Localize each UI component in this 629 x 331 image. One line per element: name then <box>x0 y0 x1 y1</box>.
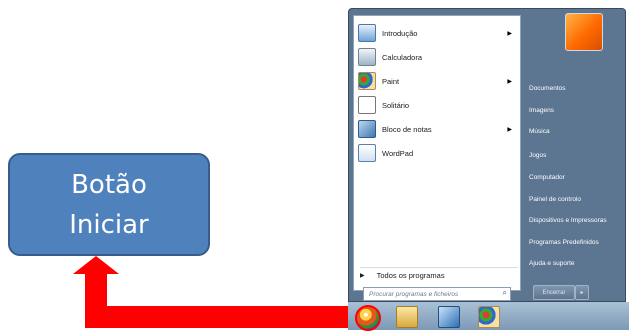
link-imagens[interactable]: Imagens <box>529 107 554 114</box>
places-pane: Documentos Imagens Música Jogos Computad… <box>525 9 625 303</box>
submenu-arrow-icon: ▶ <box>507 126 512 133</box>
paint-icon[interactable] <box>478 306 500 328</box>
notepad-icon <box>358 120 376 138</box>
calculator-icon <box>358 48 376 66</box>
program-label: Introdução <box>382 28 418 38</box>
wordpad-icon <box>358 144 376 162</box>
start-orb-icon[interactable] <box>355 305 381 331</box>
link-ajuda-e-suporte[interactable]: Ajuda e suporte <box>529 260 575 267</box>
program-item-wordpad[interactable]: WordPad <box>358 142 516 164</box>
callout-line-1: Botão <box>71 169 147 200</box>
explorer-icon[interactable] <box>396 306 418 328</box>
shutdown-button[interactable]: Encerrar <box>533 285 575 300</box>
submenu-arrow-icon: ▶ <box>507 78 512 85</box>
all-programs-item[interactable]: ▶ Todos os programas <box>360 267 518 282</box>
solitaire-icon <box>358 96 376 114</box>
program-item-solitario[interactable]: Solitário <box>358 94 516 116</box>
submenu-arrow-icon: ▶ <box>507 30 512 37</box>
start-menu: Introdução ▶ Calculadora Paint ▶ Solitár… <box>348 8 626 302</box>
arrow-shaft-horizontal <box>85 306 355 328</box>
program-label: Paint <box>382 76 400 86</box>
program-item-introducao[interactable]: Introdução ▶ <box>358 22 516 44</box>
paint-icon <box>358 72 376 90</box>
media-player-icon[interactable] <box>438 306 460 328</box>
program-item-calculadora[interactable]: Calculadora <box>358 46 516 68</box>
program-label: WordPad <box>382 148 414 158</box>
link-painel-de-controlo[interactable]: Painel de controlo <box>529 196 581 203</box>
program-item-bloco-de-notas[interactable]: Bloco de notas ▶ <box>358 118 516 140</box>
link-musica[interactable]: Música <box>529 128 550 135</box>
program-item-paint[interactable]: Paint ▶ <box>358 70 516 92</box>
search-icon[interactable]: ⌕ <box>503 288 507 298</box>
program-label: Bloco de notas <box>382 124 432 134</box>
search-input[interactable]: Procurar programas e ficheiros ⌕ <box>363 287 511 301</box>
all-programs-label: Todos os programas <box>376 270 445 280</box>
program-label: Calculadora <box>382 52 423 62</box>
expand-arrow-icon: ▶ <box>360 272 365 279</box>
link-jogos[interactable]: Jogos <box>529 152 546 159</box>
user-avatar-icon[interactable] <box>565 13 603 51</box>
callout-start-button: Botão Iniciar <box>8 153 210 256</box>
program-label: Solitário <box>382 100 410 110</box>
link-dispositivos-e-impressoras[interactable]: Dispositivos e Impressoras <box>529 217 607 224</box>
callout-line-2: Iniciar <box>69 209 149 240</box>
link-programas-predefinidos[interactable]: Programas Predefinidos <box>529 239 599 246</box>
programs-pane: Introdução ▶ Calculadora Paint ▶ Solitár… <box>353 15 521 291</box>
link-documentos[interactable]: Documentos <box>529 85 566 92</box>
search-placeholder: Procurar programas e ficheiros <box>369 290 459 298</box>
link-computador[interactable]: Computador <box>529 174 565 181</box>
shutdown-options-button[interactable]: ▸ <box>575 285 589 300</box>
getting-started-icon <box>358 24 376 42</box>
